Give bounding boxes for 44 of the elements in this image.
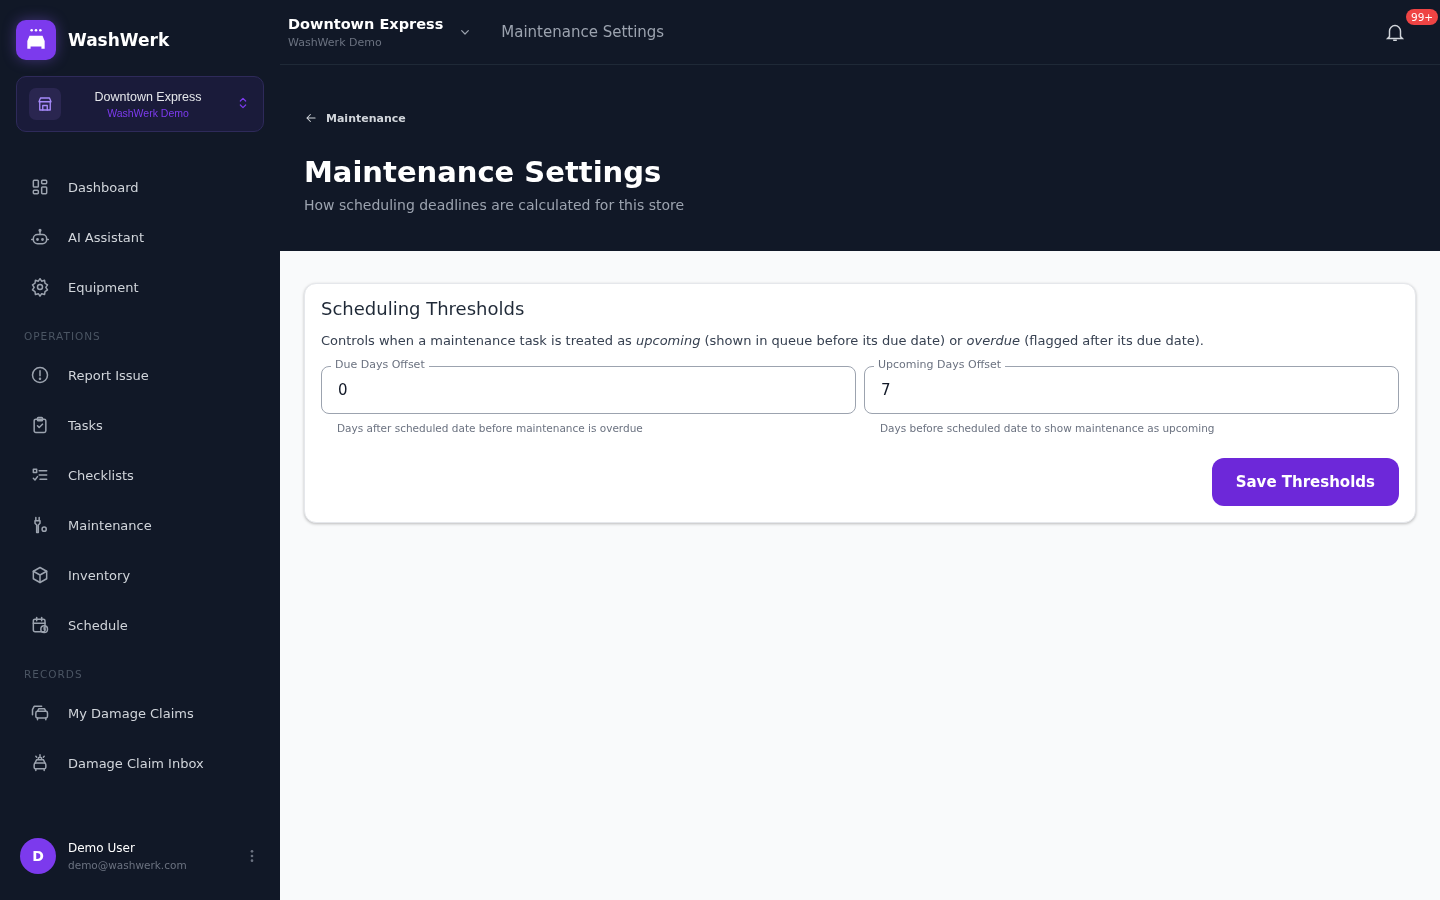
page-title: Maintenance Settings [501,23,666,41]
nav-section-label: OPERATIONS [23,329,102,344]
sidebar-item[interactable]: Schedule [16,600,264,650]
field-label: Upcoming Days Offset [874,358,1006,372]
back-link[interactable]: Maintenance [304,111,406,125]
field-label: Due Days Offset [331,358,429,372]
sidebar-item[interactable]: Equipment [16,262,264,312]
sidebar-item[interactable]: AI Assistant [16,212,264,262]
store-switcher[interactable]: Downtown Express WashWerk Demo [16,76,264,132]
nav-section-label: RECORDS [23,667,84,682]
card-title: Scheduling Thresholds [321,298,526,319]
clipboard-icon [30,415,50,435]
cars-icon [30,703,50,723]
sidebar-item[interactable]: Dashboard [16,162,264,212]
sidebar-item[interactable]: Report Issue [16,350,264,400]
save-button[interactable]: Save Thresholds [1211,458,1399,506]
org-name: WashWerk Demo [288,35,383,49]
robot-icon [30,227,50,247]
package-icon [30,565,50,585]
car-siren-icon [30,753,50,773]
sidebar-item[interactable]: Inventory [16,550,264,600]
sidebar-item[interactable]: Checklists [16,450,264,500]
arrow-left-icon [304,111,318,125]
card-description: Controls when a maintenance task is treated as upcoming (shown in queue before its due date) or overdue (flagged after its due date). [321,333,1205,348]
brand-name: WashWerk [68,30,170,50]
page-heading: Maintenance Settings [304,155,662,189]
sidebar-item[interactable]: Tasks [16,400,264,450]
store-name: Downtown Express [288,15,444,32]
user-email: demo@washwerk.com [68,859,188,871]
dashboard-icon [30,177,50,197]
sidebar-item[interactable]: My Damage Claims [16,688,264,738]
helper-text: Days after scheduled date before maintenance is overdue [336,422,644,434]
user-name: Demo User [68,841,136,855]
store-icon [36,95,54,113]
sidebar-item[interactable]: Maintenance [16,500,264,550]
settings-icon [30,277,50,297]
notification-badge: 99+ [1406,9,1439,25]
calendar-clock-icon [30,615,50,635]
helper-text: Days before scheduled date to show maintenance as upcoming [879,422,1216,434]
alert-icon [30,365,50,385]
sidebar-item[interactable]: Damage Claim Inbox [16,738,264,788]
page-subtitle: How scheduling deadlines are calculated for this store [304,197,685,213]
app-logo [16,20,56,60]
user-avatar[interactable]: D [20,838,56,874]
